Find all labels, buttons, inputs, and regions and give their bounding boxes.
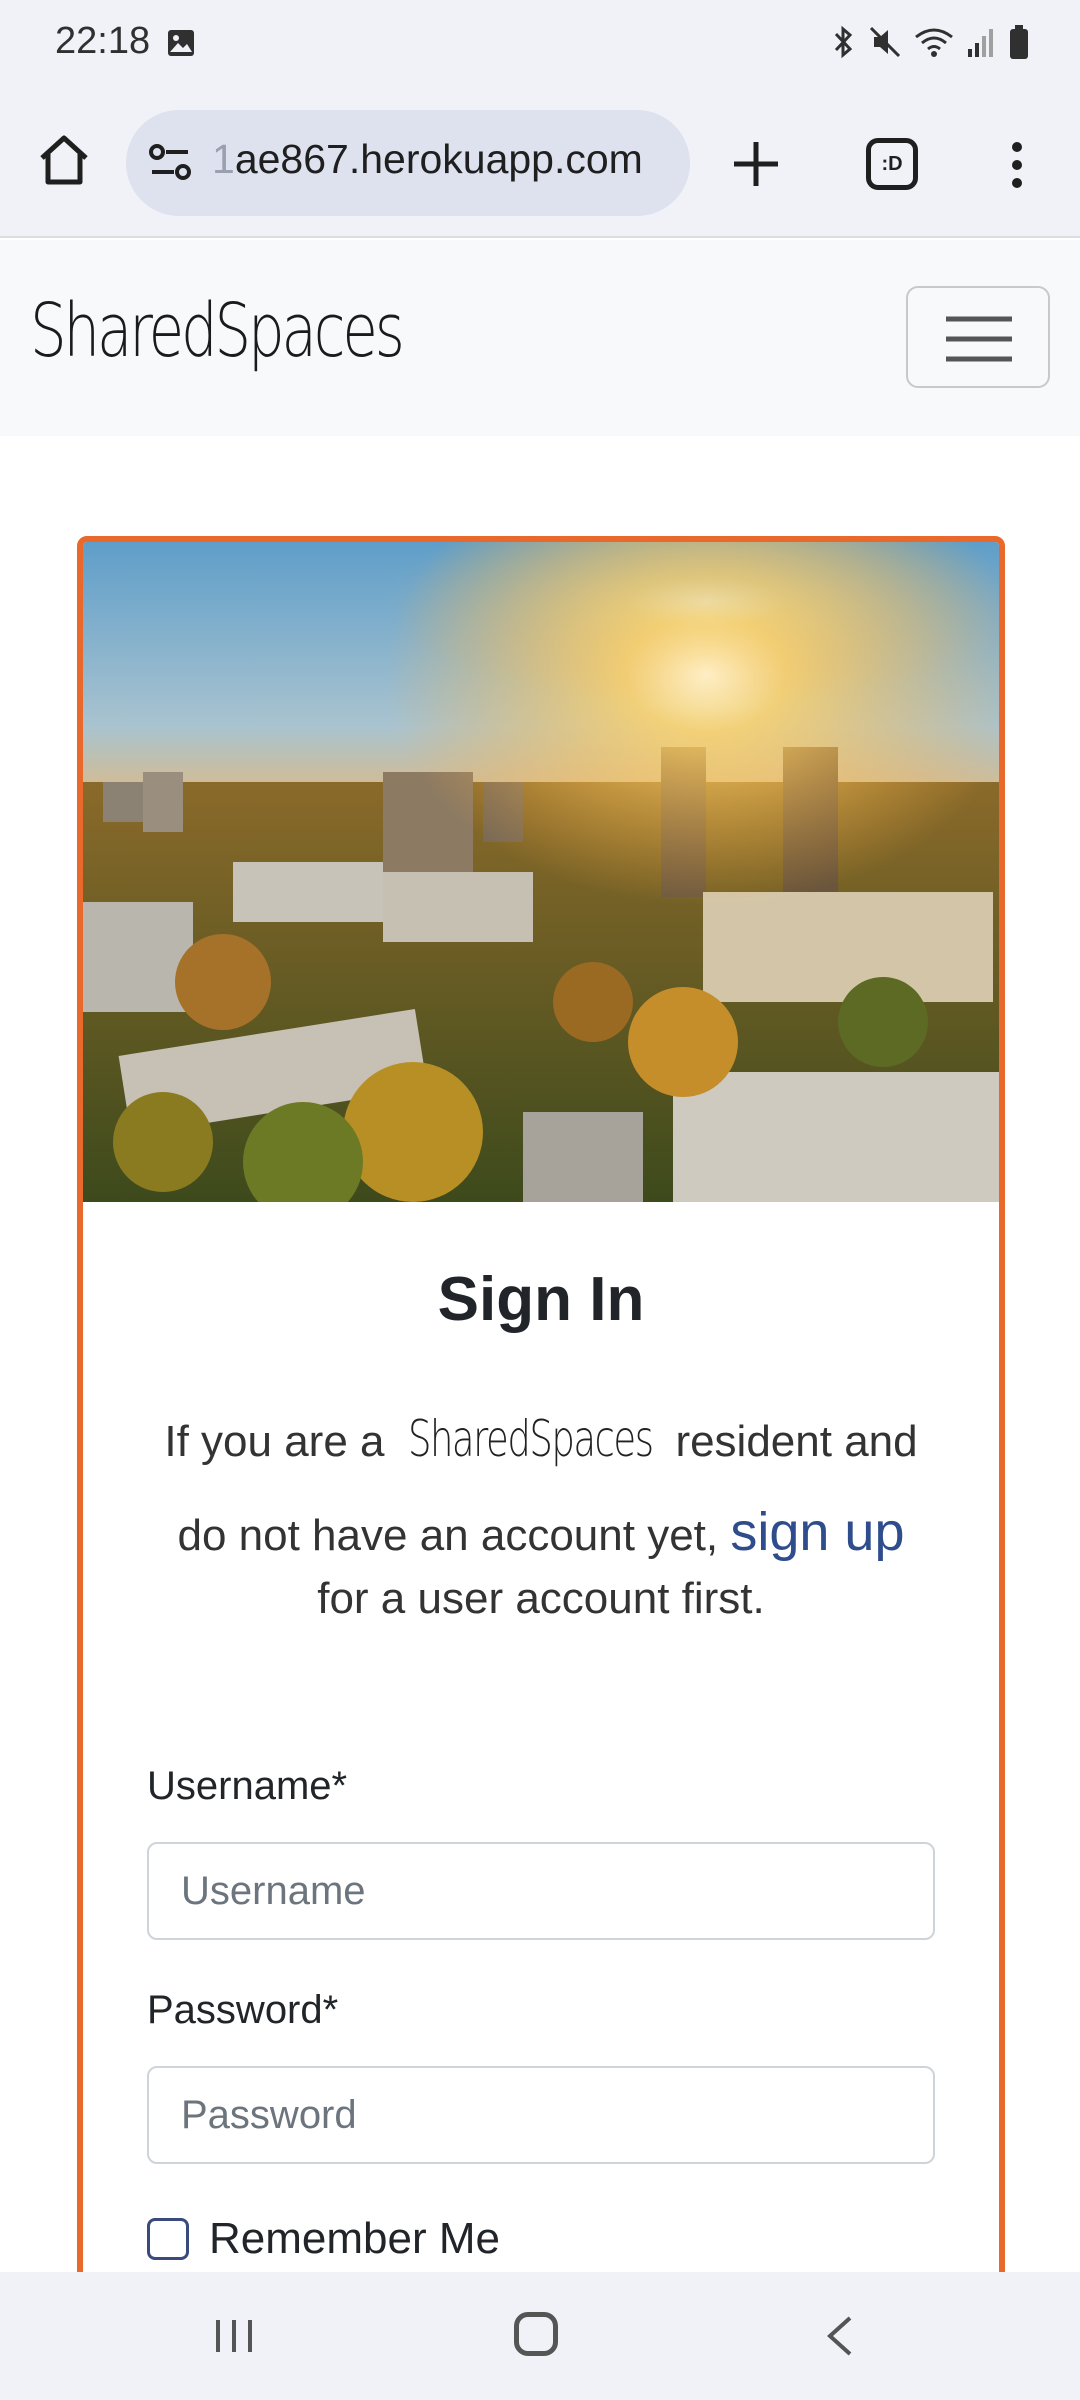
tab-switcher-icon[interactable]: :D [866,138,918,190]
url-text[interactable]: 1ae867.herokuapp.com [212,136,682,183]
home-nav-icon[interactable] [514,2312,558,2356]
site-settings-icon[interactable] [148,142,192,182]
address-bar[interactable]: 1ae867.herokuapp.com [126,110,690,216]
mute-icon [869,26,901,58]
brand-inline: SharedSpaces [407,1410,654,1468]
status-icons [830,24,1030,60]
new-tab-icon[interactable] [730,138,782,190]
password-label: Password* [147,1988,339,2032]
gallery-notification-icon [168,30,194,56]
description-text-3: for a user account first. [317,1574,765,1623]
status-time: 22:18 [55,20,151,62]
signin-card: Sign In If you are a SharedSpaces reside… [77,536,1005,2336]
hamburger-icon [946,316,1012,362]
bluetooth-icon [834,25,853,59]
remember-me-label[interactable]: Remember Me [209,2214,500,2264]
browser-toolbar: 1ae867.herokuapp.com :D [0,88,1080,238]
password-input[interactable] [147,2066,935,2164]
recent-apps-icon[interactable] [214,2316,254,2356]
signin-description: If you are a SharedSpaces resident and d… [143,1394,939,1581]
more-menu-icon[interactable] [1000,140,1034,190]
username-input[interactable] [147,1842,935,1940]
battery-icon [1010,25,1028,59]
wifi-icon [915,28,953,57]
back-icon[interactable] [824,2314,854,2358]
system-navigation-bar [0,2272,1080,2400]
brand-logo[interactable]: SharedSpaces [30,288,405,374]
signal-icon [968,29,993,57]
signup-link[interactable]: sign up [730,1502,904,1562]
tab-switcher-label: :D [881,152,903,175]
username-label: Username* [147,1764,348,1808]
status-bar: 22:18 [0,0,1080,88]
remember-me-checkbox[interactable] [147,2218,189,2260]
navbar-toggler-button[interactable] [906,286,1050,388]
site-navbar: SharedSpaces [0,240,1080,436]
home-icon[interactable] [36,132,92,188]
description-text-1: If you are a [164,1417,385,1466]
signin-title: Sign In [437,1265,645,1334]
city-sunrise-image [83,542,999,1202]
